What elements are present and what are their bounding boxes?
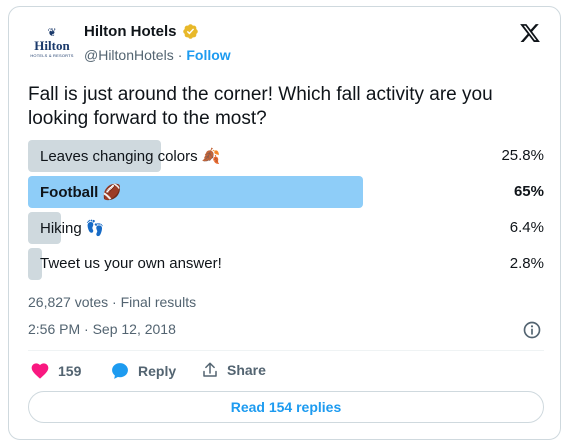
- poll-option-percent: 65%: [513, 183, 544, 200]
- like-button[interactable]: 159: [30, 361, 81, 381]
- poll-option-percent: 6.4%: [509, 219, 544, 236]
- poll-option-percent: 2.8%: [509, 255, 544, 272]
- handle-row: @HiltonHotels · Follow: [84, 47, 231, 63]
- display-name[interactable]: Hilton Hotels: [84, 23, 177, 40]
- poll-option: Hiking 👣 6.4%: [28, 212, 544, 244]
- divider: [28, 350, 544, 351]
- read-replies-label: Read 154 replies: [230, 399, 342, 415]
- info-icon[interactable]: [522, 320, 542, 340]
- share-icon: [203, 362, 217, 377]
- poll-option-label: Tweet us your own answer!: [40, 255, 222, 272]
- like-count: 159: [58, 363, 82, 379]
- poll-results-meta: 26,827 votes · Final results: [28, 294, 197, 310]
- heart-icon: [31, 363, 49, 379]
- reply-button[interactable]: Reply: [110, 361, 176, 381]
- reply-bubble-icon: [112, 363, 128, 379]
- tweet-timestamp[interactable]: 2:56 PM · Sep 12, 2018: [28, 321, 176, 337]
- poll-option: Leaves changing colors 🍂 25.8%: [28, 140, 544, 172]
- reply-label: Reply: [138, 363, 177, 379]
- poll-option-label: Hiking 👣: [40, 220, 105, 237]
- name-row: Hilton Hotels: [84, 23, 199, 40]
- poll-option: Tweet us your own answer! 2.8%: [28, 248, 544, 280]
- x-logo-icon[interactable]: [519, 22, 541, 44]
- poll-option-label: Football 🏈: [40, 184, 122, 201]
- tweet-text: Fall is just around the corner! Which fa…: [28, 84, 493, 129]
- handle[interactable]: @HiltonHotels: [84, 47, 174, 63]
- avatar-brand: Hilton: [34, 38, 70, 54]
- handle-separator: ·: [177, 47, 183, 63]
- share-label: Share: [227, 362, 266, 378]
- poll-option-label: Leaves changing colors 🍂: [40, 148, 221, 165]
- avatar-sub: HOTELS & RESORTS: [30, 52, 74, 58]
- read-replies-button[interactable]: Read 154 replies: [28, 391, 544, 423]
- share-button[interactable]: Share: [201, 361, 266, 379]
- follow-button[interactable]: Follow: [186, 47, 230, 63]
- poll-option-percent: 25.8%: [501, 147, 544, 164]
- avatar[interactable]: ❦ Hilton HOTELS & RESORTS: [29, 20, 75, 66]
- verified-badge-icon: [182, 24, 198, 39]
- poll-option: Football 🏈 65%: [28, 176, 544, 208]
